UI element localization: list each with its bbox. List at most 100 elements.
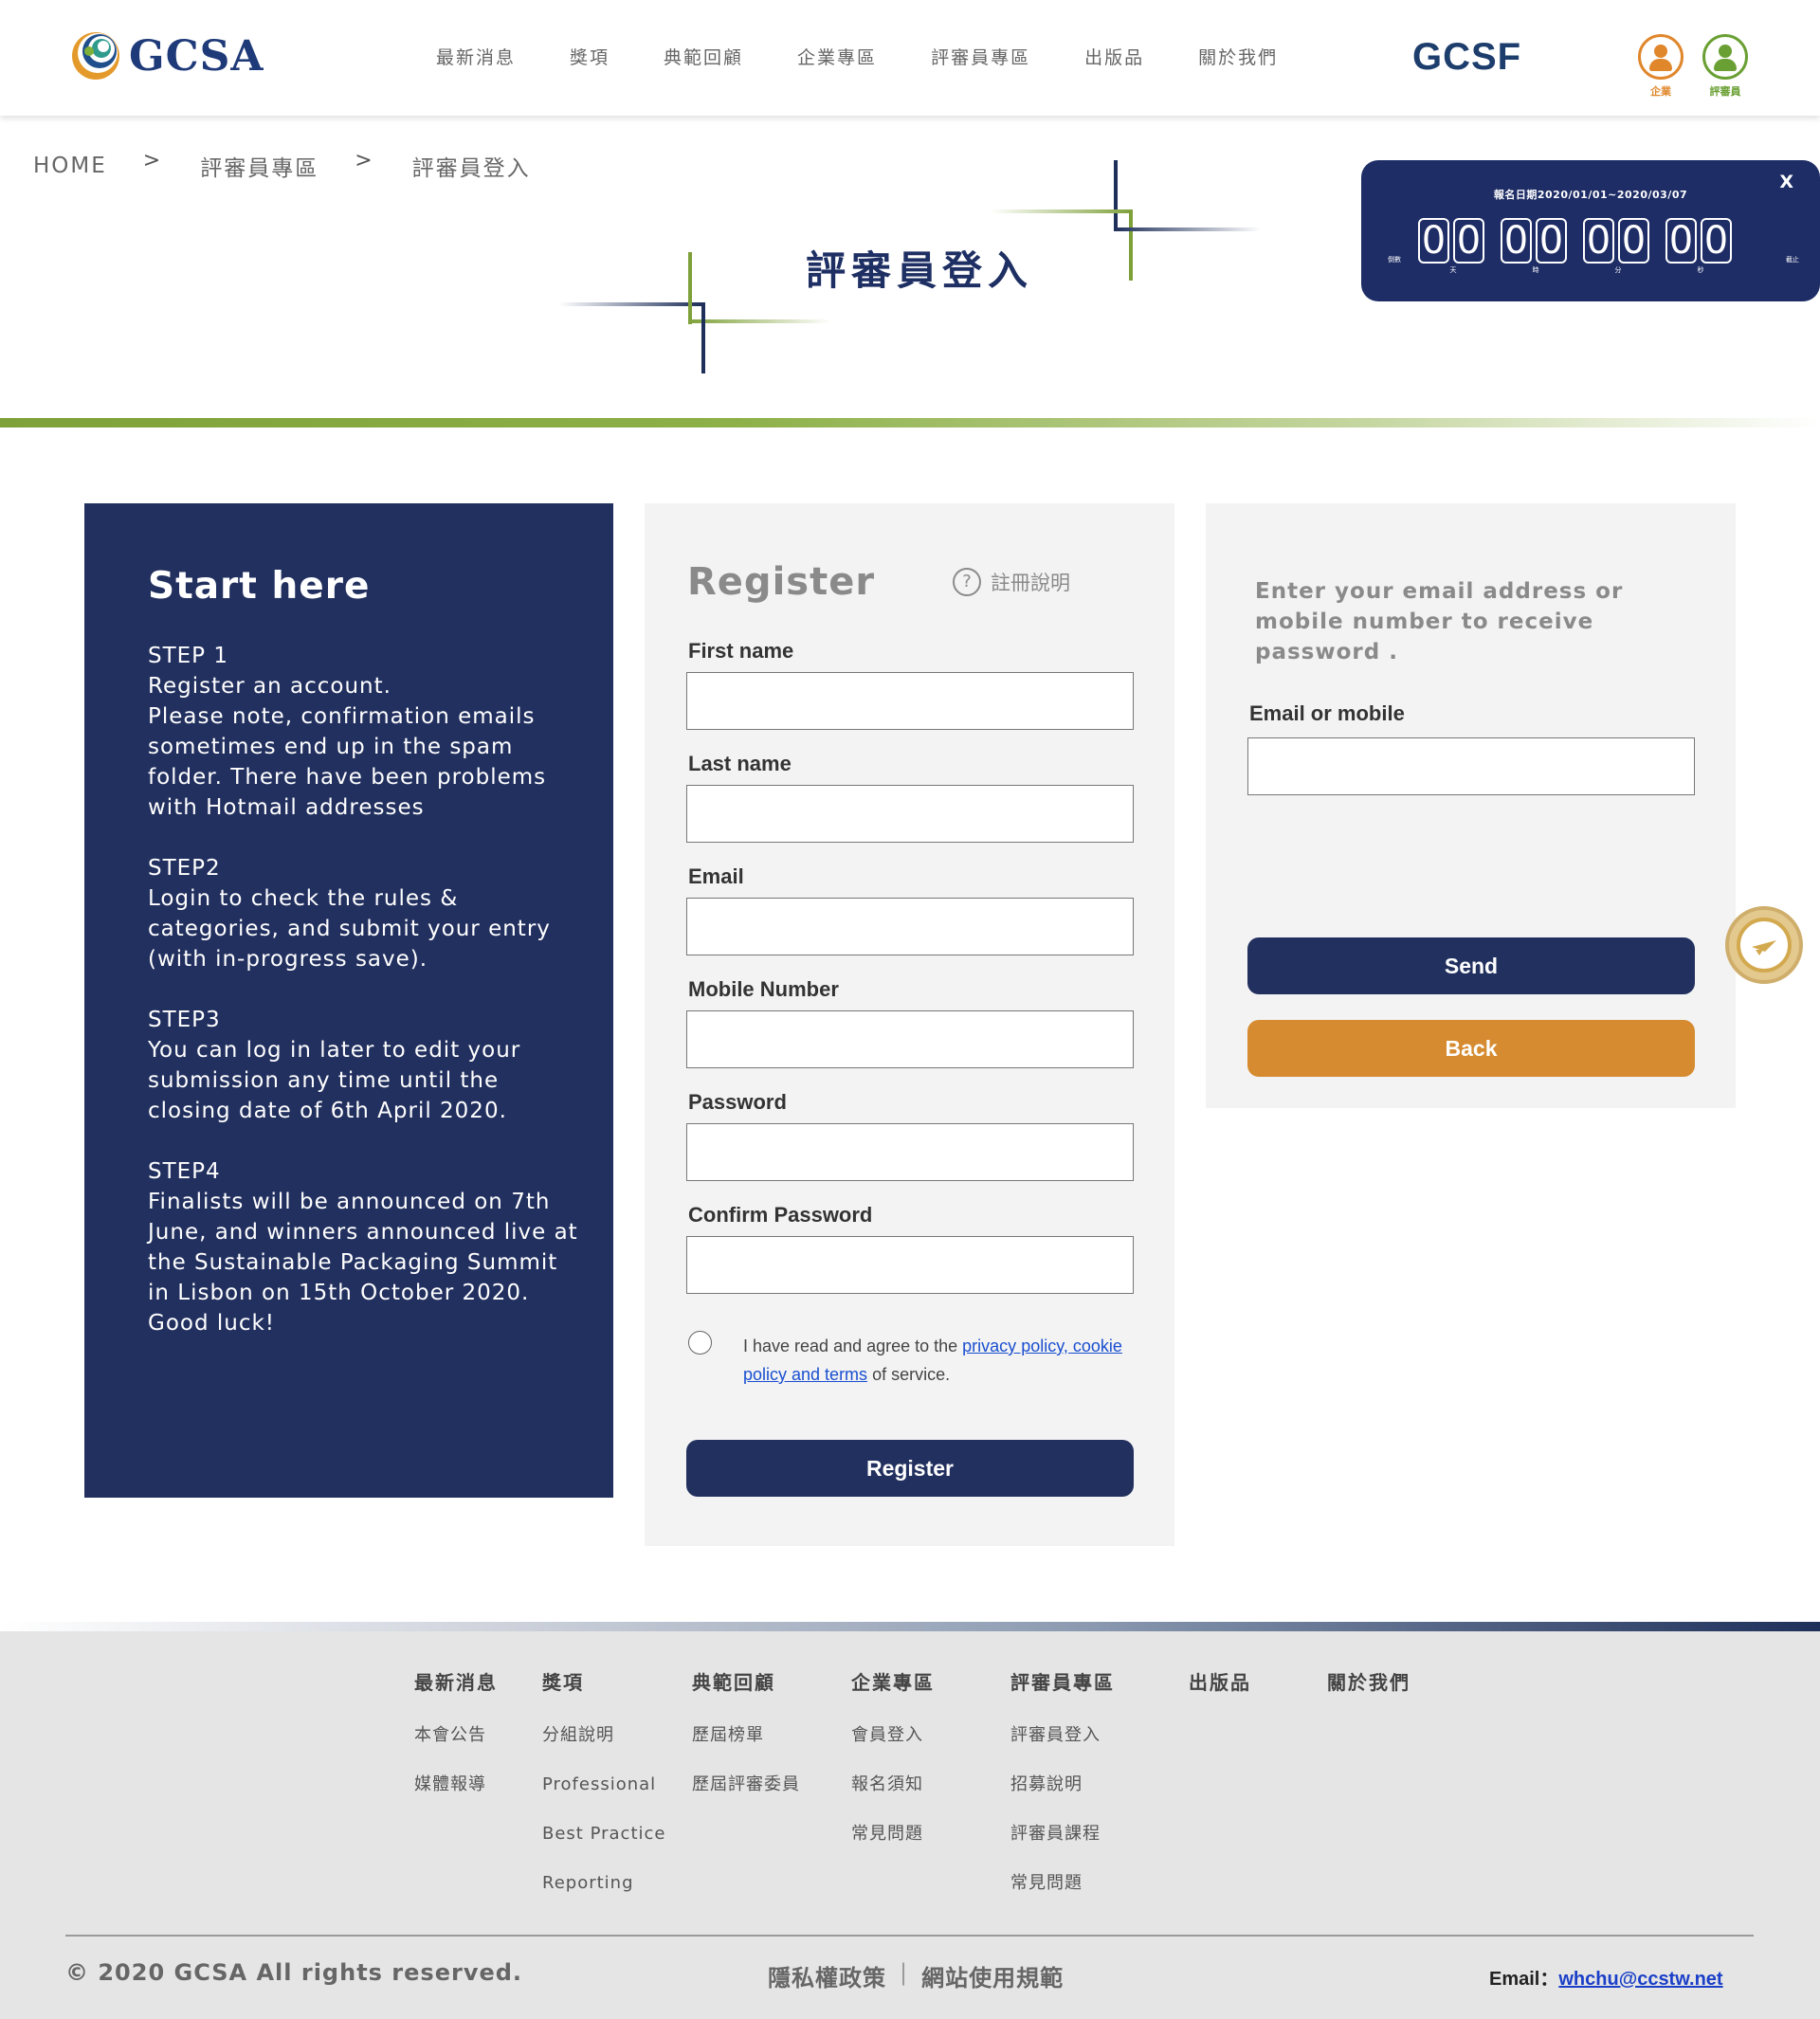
footer-col-news: 最新消息 本會公告 媒體報導 — [414, 1667, 498, 1824]
footer-heading[interactable]: 典範回顧 — [692, 1667, 800, 1695]
countdown-digit: 0 — [1501, 218, 1532, 264]
footer-link[interactable]: 常見問題 — [851, 1824, 935, 1845]
email-or-mobile-label: Email or mobile — [1249, 701, 1405, 725]
countdown-digit: 0 — [1536, 218, 1567, 264]
footer-link[interactable]: 評審員登入 — [1010, 1725, 1115, 1746]
nav-item-awards[interactable]: 獎項 — [570, 44, 610, 69]
footer-link[interactable]: 歷屆榜單 — [692, 1725, 800, 1746]
policy-separator: | — [900, 1959, 909, 1986]
recovery-prompt: Enter your email address or mobile numbe… — [1255, 579, 1624, 664]
mobile-label: Mobile Number — [688, 977, 839, 1001]
email-or-mobile-input[interactable] — [1247, 737, 1695, 795]
countdown-digit: 0 — [1583, 218, 1614, 264]
password-input[interactable] — [686, 1123, 1134, 1181]
countdown-days: 0 0 天 — [1418, 218, 1488, 274]
confirm-password-input[interactable] — [686, 1236, 1134, 1294]
floating-action-button[interactable] — [1725, 906, 1803, 984]
agree-suffix: of service. — [867, 1365, 951, 1384]
nav-item-enterprise[interactable]: 企業專區 — [797, 44, 877, 69]
breadcrumb-home[interactable]: HOME — [33, 154, 107, 178]
step-heading: STEP2 — [148, 856, 221, 881]
countdown-seconds: 0 0 秒 — [1665, 218, 1736, 274]
countdown-unit: 天 — [1449, 266, 1457, 274]
footer-heading[interactable]: 關於我們 — [1327, 1667, 1410, 1695]
footer-heading[interactable]: 最新消息 — [414, 1667, 498, 1695]
nav-item-about[interactable]: 關於我們 — [1198, 44, 1278, 69]
nav-item-judges[interactable]: 評審員專區 — [931, 44, 1030, 69]
site-footer: 最新消息 本會公告 媒體報導 獎項 分組說明 Professional Best… — [0, 1631, 1820, 2019]
footer-col-about: 關於我們 — [1327, 1667, 1410, 1725]
title-decoration-left — [559, 252, 830, 373]
email-label: Email — [688, 864, 744, 888]
footer-link[interactable]: Reporting — [542, 1873, 665, 1894]
back-button[interactable]: Back — [1247, 1020, 1695, 1077]
countdown-widget: 報名日期2020/01/01~2020/03/07 X 倒數 0 0 天 0 0… — [1361, 160, 1820, 301]
countdown-digit: 0 — [1418, 218, 1449, 264]
enterprise-user-icon — [1638, 34, 1684, 80]
policy-links: 隱私權政策 | 網站使用規範 — [768, 1959, 1064, 1992]
question-circle-icon: ? — [953, 568, 981, 596]
title-decoration-right — [991, 160, 1261, 281]
site-header: GCSA 最新消息 獎項 典範回顧 企業專區 評審員專區 出版品 關於我們 GC… — [0, 0, 1820, 116]
step-2: STEP2 Login to check the rules & categor… — [148, 853, 584, 974]
step-text: Register an account. Please note, confir… — [148, 674, 547, 820]
nav-item-news[interactable]: 最新消息 — [436, 44, 516, 69]
footer-col-awards: 獎項 分組說明 Professional Best Practice Repor… — [542, 1667, 665, 1922]
agree-radio[interactable] — [688, 1331, 712, 1355]
nav-item-review[interactable]: 典範回顧 — [664, 44, 743, 69]
start-here-panel: Start here STEP 1 Register an account. P… — [84, 503, 613, 1498]
judge-login-button[interactable]: 評審員 — [1702, 34, 1749, 99]
breadcrumb-separator: > — [142, 148, 163, 173]
countdown-digit: 0 — [1701, 218, 1732, 264]
footer-link[interactable]: 歷屆評審委員 — [692, 1774, 800, 1795]
footer-link[interactable]: 媒體報導 — [414, 1774, 498, 1795]
register-help-link[interactable]: ? 註冊說明 — [953, 568, 1070, 596]
footer-heading[interactable]: 評審員專區 — [1010, 1667, 1115, 1695]
footer-link[interactable]: 評審員課程 — [1010, 1824, 1115, 1845]
footer-heading[interactable]: 出版品 — [1189, 1667, 1251, 1695]
footer-link[interactable]: 分組說明 — [542, 1725, 665, 1746]
footer-link[interactable]: 招募說明 — [1010, 1774, 1115, 1795]
footer-heading[interactable]: 企業專區 — [851, 1667, 935, 1695]
step-text: Finalists will be announced on 7th June,… — [148, 1190, 578, 1336]
nav-item-publications[interactable]: 出版品 — [1084, 44, 1144, 69]
breadcrumb-judges[interactable]: 評審員專區 — [200, 150, 318, 182]
register-title: Register — [687, 560, 876, 604]
last-name-input[interactable] — [686, 785, 1134, 843]
gcsa-logo[interactable]: GCSA — [70, 30, 264, 82]
footer-heading[interactable]: 獎項 — [542, 1667, 665, 1695]
gcsf-logo[interactable]: GCSF — [1412, 36, 1521, 79]
first-name-input[interactable] — [686, 672, 1134, 730]
terms-of-use-link[interactable]: 網站使用規範 — [921, 1959, 1064, 1992]
email-link[interactable]: whchu@ccstw.net — [1558, 1969, 1722, 1990]
footer-link[interactable]: Best Practice — [542, 1824, 665, 1845]
plane-icon — [1737, 918, 1792, 973]
breadcrumb: HOME > 評審員專區 > 評審員登入 — [33, 148, 531, 182]
footer-link[interactable]: 本會公告 — [414, 1725, 498, 1746]
judge-user-icon — [1702, 34, 1748, 80]
countdown-right-label: 截止 — [1786, 256, 1799, 264]
countdown-close-button[interactable]: X — [1779, 172, 1793, 192]
footer-col-publications: 出版品 — [1189, 1667, 1251, 1725]
footer-link[interactable]: 報名須知 — [851, 1774, 935, 1795]
mobile-input[interactable] — [686, 1010, 1134, 1068]
agree-text: I have read and agree to the privacy pol… — [743, 1332, 1132, 1389]
judge-label: 評審員 — [1709, 85, 1741, 98]
steps-list: STEP 1 Register an account. Please note,… — [148, 641, 584, 1369]
footer-link[interactable]: Professional — [542, 1774, 665, 1795]
privacy-policy-link[interactable]: 隱私權政策 — [768, 1959, 886, 1992]
email-input[interactable] — [686, 898, 1134, 955]
footer-link[interactable]: 會員登入 — [851, 1725, 935, 1746]
breadcrumb-current: 評審員登入 — [411, 156, 531, 181]
logo-mark-icon — [72, 32, 119, 80]
footer-link[interactable]: 常見問題 — [1010, 1873, 1115, 1894]
register-button[interactable]: Register — [686, 1440, 1134, 1497]
main-nav: 最新消息 獎項 典範回顧 企業專區 評審員專區 出版品 關於我們 — [436, 44, 1332, 69]
send-button[interactable]: Send — [1247, 937, 1695, 994]
enterprise-login-button[interactable]: 企業 — [1637, 34, 1684, 99]
countdown-digit: 0 — [1665, 218, 1697, 264]
step-heading: STEP 1 — [148, 644, 228, 668]
footer-col-judges: 評審員專區 評審員登入 招募說明 評審員課程 常見問題 — [1010, 1667, 1115, 1922]
countdown-digits: 0 0 天 0 0 時 0 0 分 0 0 秒 — [1418, 218, 1748, 274]
countdown-unit: 秒 — [1697, 266, 1704, 274]
